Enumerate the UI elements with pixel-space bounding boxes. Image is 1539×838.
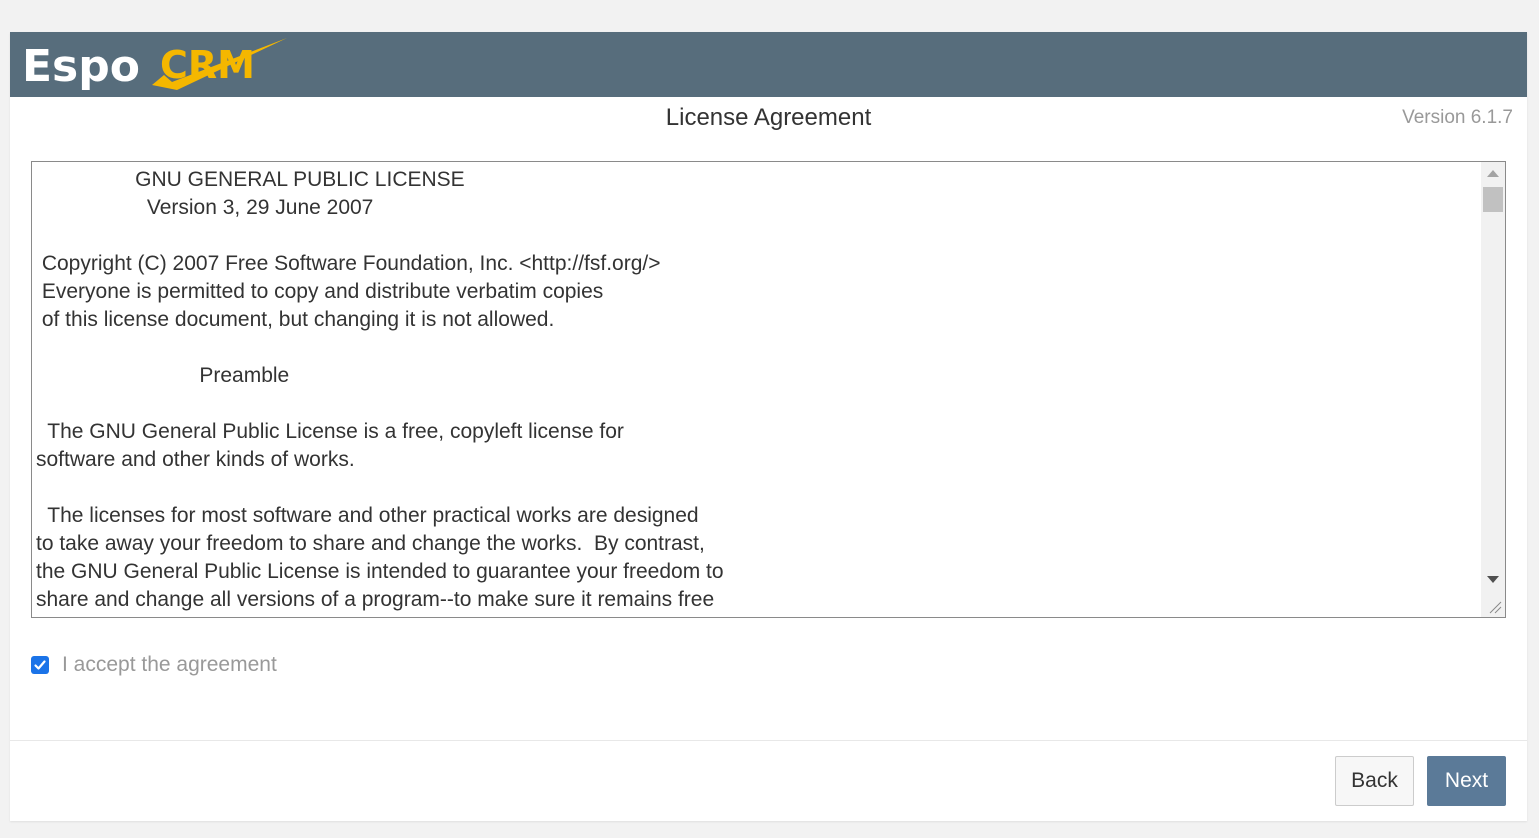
- svg-text:Espo: Espo: [22, 41, 140, 92]
- next-button[interactable]: Next: [1427, 756, 1506, 806]
- license-scrollbar[interactable]: [1481, 162, 1505, 617]
- resize-grip-icon[interactable]: [1488, 600, 1502, 614]
- scrollbar-thumb[interactable]: [1483, 187, 1503, 212]
- accept-agreement-row[interactable]: I accept the agreement: [31, 652, 277, 678]
- svg-text:CRM: CRM: [160, 43, 255, 87]
- back-button[interactable]: Back: [1335, 756, 1414, 806]
- espocrm-logo: Espo CRM: [22, 38, 287, 92]
- installer-panel: Espo CRM License Agreement Version 6.1.7…: [10, 32, 1527, 821]
- version-label: Version 6.1.7: [1402, 107, 1513, 128]
- footer-divider: [10, 740, 1527, 741]
- checkmark-icon: [34, 660, 46, 670]
- license-textarea[interactable]: GNU GENERAL PUBLIC LICENSE Version 3, 29…: [31, 161, 1506, 618]
- accept-label[interactable]: I accept the agreement: [62, 653, 277, 677]
- scroll-up-arrow-icon[interactable]: [1487, 170, 1499, 177]
- accept-checkbox[interactable]: [31, 656, 49, 674]
- license-text: GNU GENERAL PUBLIC LICENSE Version 3, 29…: [36, 168, 724, 611]
- header-bar: Espo CRM: [10, 32, 1527, 97]
- scroll-down-arrow-icon[interactable]: [1487, 576, 1499, 583]
- page-title: License Agreement: [665, 104, 872, 131]
